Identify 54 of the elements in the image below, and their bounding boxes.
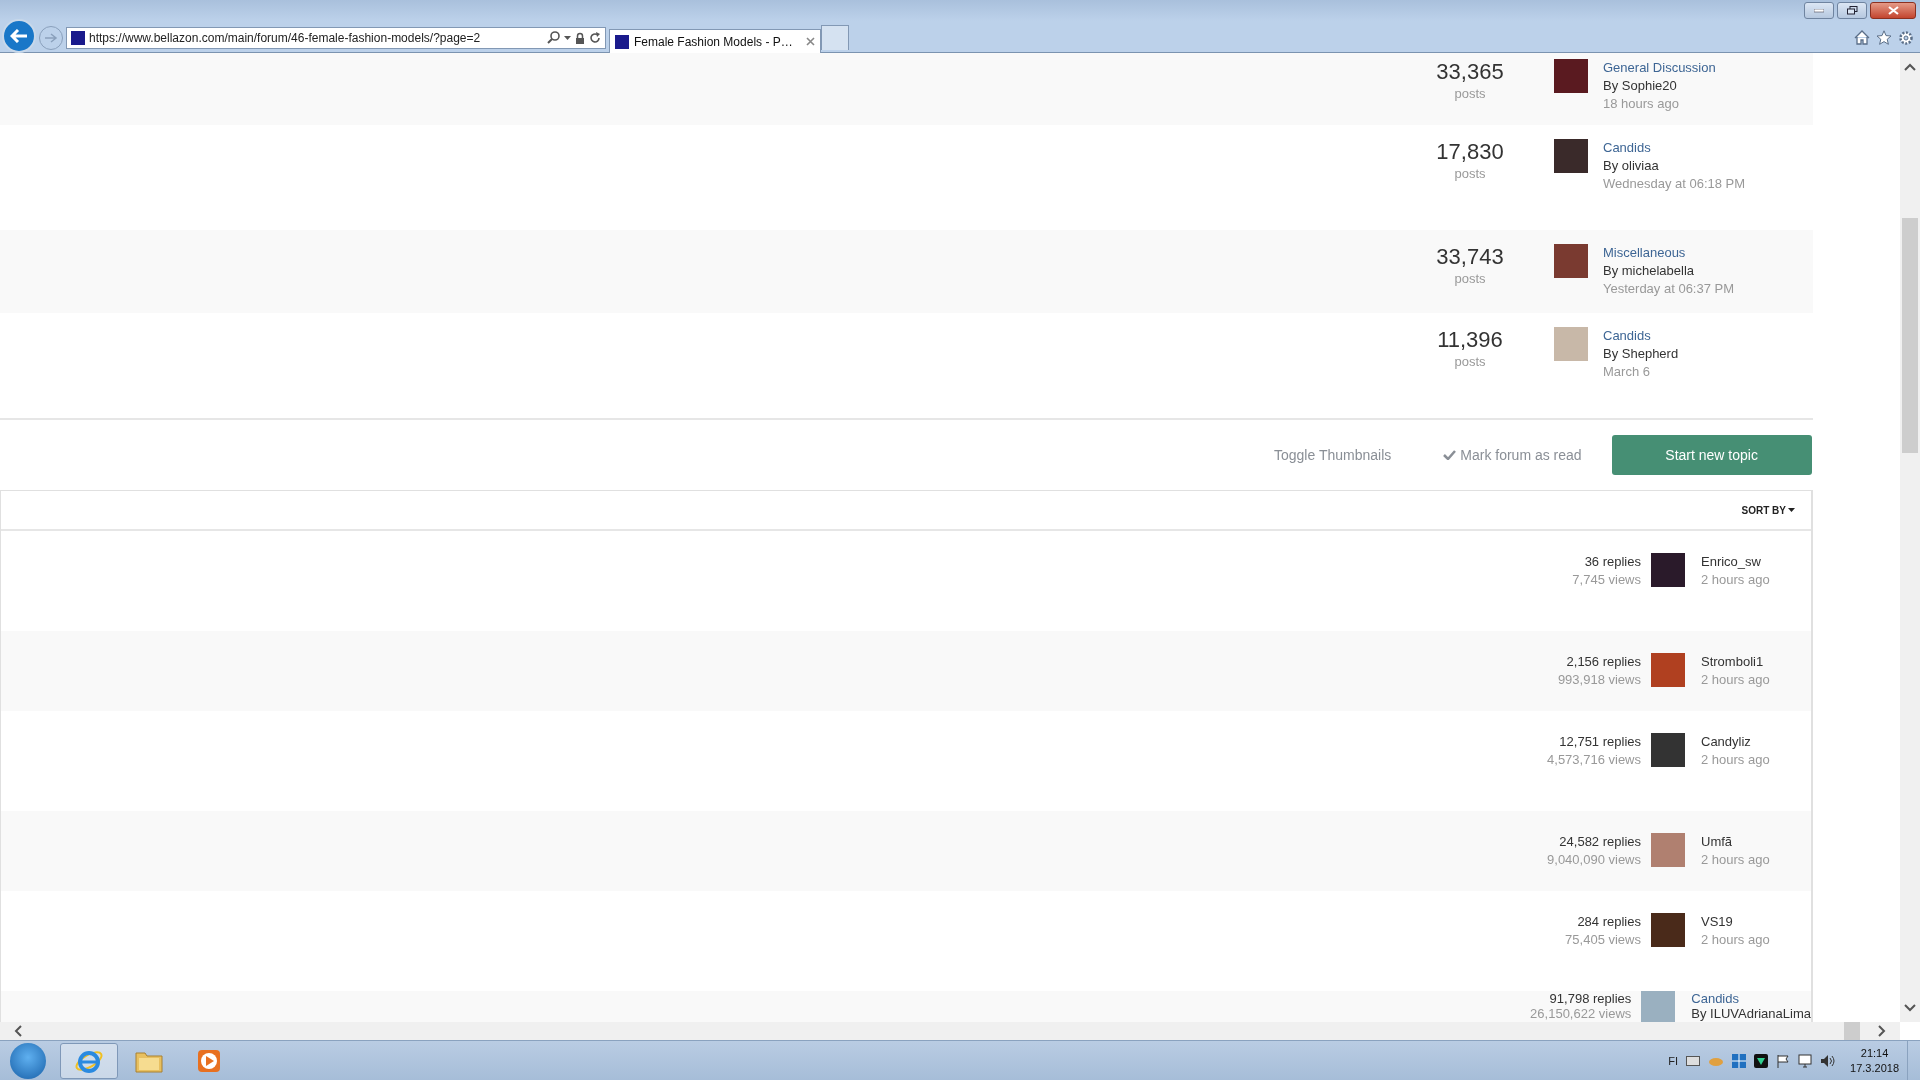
- last-poster-name[interactable]: Enrico_sw: [1701, 553, 1770, 571]
- clock[interactable]: 21:14 17.3.2018: [1850, 1045, 1899, 1076]
- last-post-time: 2 hours ago: [1701, 931, 1770, 949]
- reply-count: 91,798 replies: [1549, 991, 1632, 1006]
- view-count: 7,745 views: [1572, 571, 1641, 589]
- last-post-time: 2 hours ago: [1701, 671, 1770, 689]
- last-post-forum-link[interactable]: General Discussion: [1603, 59, 1716, 77]
- address-bar[interactable]: https://www.bellazon.com/main/forum/46-female-fashion-models/?page=2: [66, 26, 606, 49]
- clock-date: 17.3.2018: [1850, 1060, 1899, 1076]
- view-count: 4,573,716 views: [1547, 751, 1641, 769]
- last-post-author: By Shepherd: [1603, 345, 1679, 363]
- reply-count: 24,582 replies: [1559, 833, 1641, 851]
- start-new-topic-button[interactable]: Start new topic: [1611, 435, 1812, 475]
- last-post-time: 2 hours ago: [1701, 851, 1770, 869]
- last-post-forum-link[interactable]: Candids: [1603, 139, 1746, 157]
- last-poster-name[interactable]: VS19: [1701, 913, 1770, 931]
- reply-count: 2,156 replies: [1566, 653, 1641, 671]
- post-count: 17,830: [1436, 139, 1504, 165]
- last-post-time: 2 hours ago: [1701, 751, 1770, 769]
- forum-link[interactable]: Candids: [1691, 991, 1811, 1006]
- last-post-time: 2 hours ago: [1701, 571, 1770, 589]
- last-post-time: 18 hours ago: [1603, 95, 1680, 113]
- last-post-author: By Sophie20: [1603, 77, 1678, 95]
- last-post-author: By michelabella: [1603, 262, 1696, 280]
- posts-label: posts: [1454, 85, 1486, 103]
- browser-tab[interactable]: Female Fashion Models - P…: [609, 29, 821, 53]
- sort-by-dropdown[interactable]: SORT BY: [1741, 504, 1795, 516]
- view-count: 26,150,622 views: [1530, 1006, 1632, 1021]
- last-poster-name[interactable]: Umfã: [1701, 833, 1770, 851]
- view-count: 993,918 views: [1557, 671, 1641, 689]
- last-post-forum-link[interactable]: Miscellaneous: [1603, 244, 1735, 262]
- last-post-time: Yesterday at 06:37 PM: [1603, 280, 1735, 298]
- post-count: 33,743: [1436, 244, 1504, 270]
- reply-count: 36 replies: [1584, 553, 1641, 571]
- last-poster-name[interactable]: Candyliz: [1701, 733, 1770, 751]
- posts-label: posts: [1454, 165, 1486, 183]
- last-post-author: By ILUVAdrianaLima: [1691, 1006, 1811, 1021]
- input-language-indicator[interactable]: FI: [1668, 1054, 1679, 1067]
- posts-label: posts: [1454, 270, 1486, 288]
- view-count: 9,040,090 views: [1547, 851, 1641, 869]
- post-count: 33,365: [1436, 59, 1504, 85]
- last-poster-name[interactable]: Stromboli1: [1701, 653, 1770, 671]
- last-post-forum-link[interactable]: Candids: [1603, 327, 1679, 345]
- last-post-time: March 6: [1603, 363, 1651, 381]
- reply-count: 12,751 replies: [1559, 733, 1641, 751]
- reply-count: 284 replies: [1577, 913, 1641, 931]
- last-post-time: Wednesday at 06:18 PM: [1603, 175, 1746, 193]
- post-count: 11,396: [1437, 327, 1503, 353]
- tab-title: Female Fashion Models - P…: [634, 34, 794, 49]
- url-text: https://www.bellazon.com/main/forum/46-female-fashion-models/?page=2: [89, 30, 482, 45]
- posts-label: posts: [1454, 353, 1486, 371]
- view-count: 75,405 views: [1565, 931, 1641, 949]
- clock-time: 21:14: [1860, 1045, 1889, 1061]
- last-post-author: By oliviaa: [1603, 157, 1660, 175]
